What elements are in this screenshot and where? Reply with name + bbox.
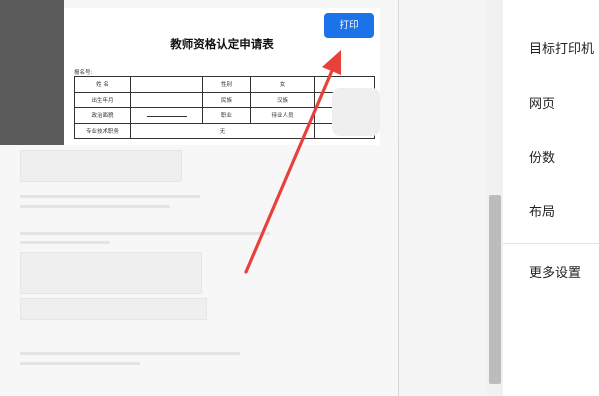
scrollbar-thumb[interactable] — [489, 195, 501, 384]
print-preview-area: 教师资格认定申请表 报名号: 姓 名 性别 女 出生年月 民族 汉族 政治面貌 — [0, 0, 398, 396]
setting-destination-printer[interactable]: 目标打印机 — [529, 38, 594, 57]
red-arrow-icon — [244, 50, 341, 274]
setting-layout[interactable]: 布局 — [529, 201, 555, 220]
setting-pages[interactable]: 网页 — [529, 93, 555, 112]
setting-copies[interactable]: 份数 — [529, 147, 555, 166]
print-settings-panel: 目标打印机 网页 份数 布局 更多设置 — [503, 0, 599, 396]
setting-more-settings[interactable]: 更多设置 — [529, 262, 581, 281]
settings-divider — [503, 243, 599, 244]
